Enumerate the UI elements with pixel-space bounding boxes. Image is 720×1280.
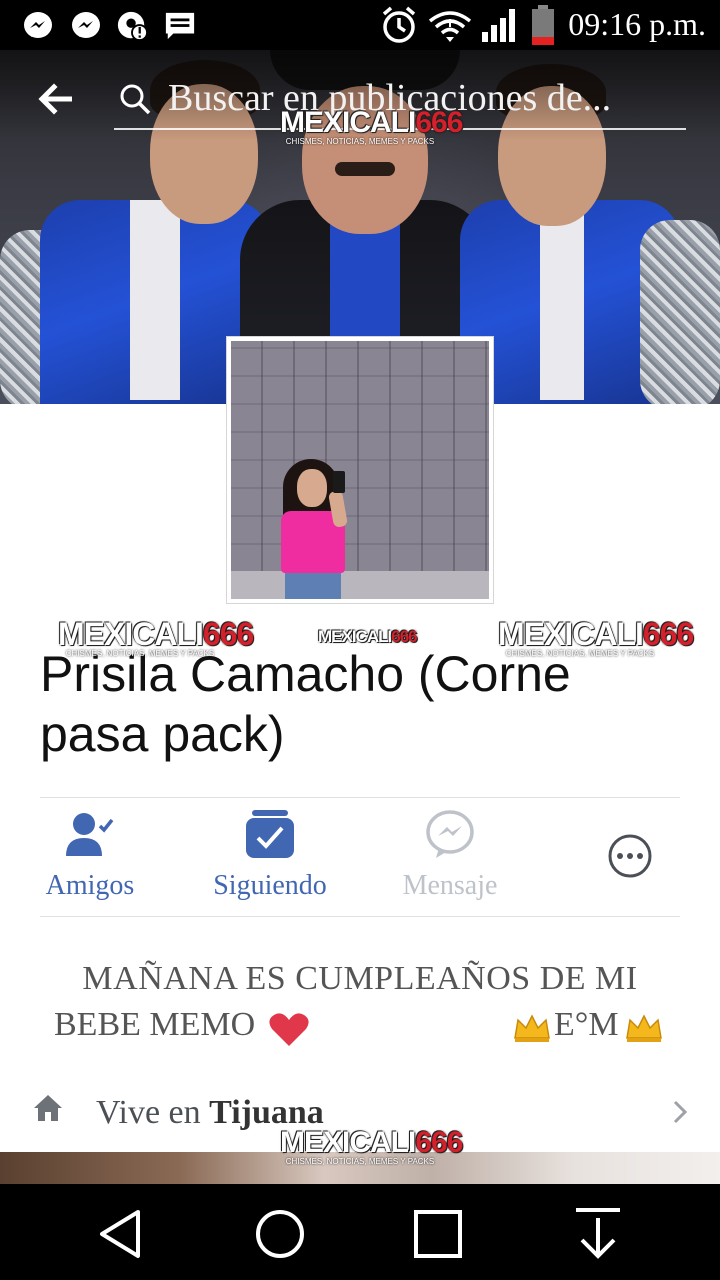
nav-back-triangle-icon[interactable]	[90, 1202, 154, 1266]
following-check-icon	[242, 806, 298, 862]
crown-icon	[512, 1010, 552, 1053]
app-alert-icon	[116, 10, 148, 42]
nav-recents-square-icon[interactable]	[406, 1202, 470, 1266]
messenger-icon	[70, 10, 102, 42]
signal-icon	[480, 6, 520, 44]
following-button[interactable]: Siguiendo	[200, 798, 340, 916]
wifi-icon	[428, 8, 472, 46]
chevron-right-icon	[670, 1098, 690, 1126]
watermark-brand: MEXICALI	[58, 616, 204, 652]
friends-label: Amigos	[45, 870, 135, 901]
alarm-icon	[380, 6, 418, 44]
watermark-center: MEXICALI666	[318, 627, 418, 646]
more-button[interactable]	[590, 798, 670, 916]
watermark-tagline: CHISMES, NOTICIAS, MEMES Y PACKS	[285, 1157, 435, 1166]
bio-line-2: BEBE MEMO E°M	[40, 1006, 680, 1052]
watermark-number: 666	[415, 1126, 463, 1159]
message-button[interactable]: Mensaje	[380, 798, 520, 916]
watermark-right: MEXICALI666 CHISMES, NOTICIAS, MEMES Y P…	[498, 616, 694, 658]
friends-button[interactable]: Amigos	[40, 798, 140, 916]
bio-line-2-left: BEBE MEMO	[54, 1006, 256, 1043]
following-label: Siguiendo	[213, 870, 327, 901]
navigation-bar	[0, 1184, 720, 1280]
messenger-icon	[22, 10, 54, 42]
watermark-brand: MEXICALI	[498, 616, 644, 652]
search-icon	[118, 82, 152, 116]
watermark-number: 666	[391, 627, 417, 646]
status-time: 09:16 p.m.	[568, 6, 706, 42]
battery-icon	[530, 4, 556, 46]
heart-icon	[268, 1012, 310, 1057]
home-icon	[30, 1090, 66, 1126]
watermark-tagline: CHISMES, NOTICIAS, MEMES Y PACKS	[285, 137, 435, 146]
watermark-tagline: CHISMES, NOTICIAS, MEMES Y PACKS	[505, 649, 655, 658]
nav-home-circle-icon[interactable]	[248, 1202, 312, 1266]
bio-line-2-right: E°M	[554, 1006, 619, 1043]
watermark-number: 666	[415, 106, 463, 139]
watermark-tagline: CHISMES, NOTICIAS, MEMES Y PACKS	[65, 649, 215, 658]
watermark-brand: MEXICALI	[318, 627, 392, 646]
bio-line-1: MAÑANA ES CUMPLEAÑOS DE MI	[82, 960, 638, 997]
message-icon	[164, 10, 196, 42]
watermark-brand: MEXICALI	[280, 106, 416, 139]
profile-action-bar: Amigos Siguiendo Mensaje	[40, 797, 680, 917]
watermark-left: MEXICALI666 CHISMES, NOTICIAS, MEMES Y P…	[58, 616, 254, 658]
status-bar: 09:16 p.m.	[0, 0, 720, 50]
profile-bio: MAÑANA ES CUMPLEAÑOS DE MI BEBE MEMO E°M	[40, 960, 680, 1052]
watermark-brand: MEXICALI	[280, 1126, 416, 1159]
profile-name: Prisila Camacho (Corne pasa pack)	[40, 646, 571, 762]
watermark-number: 666	[202, 616, 254, 652]
nav-notifications-arrow-icon[interactable]	[566, 1202, 630, 1266]
crown-icon	[624, 1010, 664, 1053]
message-label: Mensaje	[402, 870, 498, 901]
lives-in-prefix: Vive en	[96, 1094, 201, 1131]
profile-photo	[231, 341, 489, 599]
more-icon	[606, 832, 654, 880]
watermark-number: 666	[642, 616, 694, 652]
watermark-bottom: MEXICALI666 CHISMES, NOTICIAS, MEMES Y P…	[280, 1126, 463, 1166]
watermark-top: MEXICALI666 CHISMES, NOTICIAS, MEMES Y P…	[280, 106, 463, 146]
back-arrow-icon[interactable]	[36, 82, 76, 116]
profile-picture[interactable]	[226, 336, 494, 604]
messenger-icon	[422, 806, 478, 862]
friends-check-icon	[62, 806, 118, 862]
